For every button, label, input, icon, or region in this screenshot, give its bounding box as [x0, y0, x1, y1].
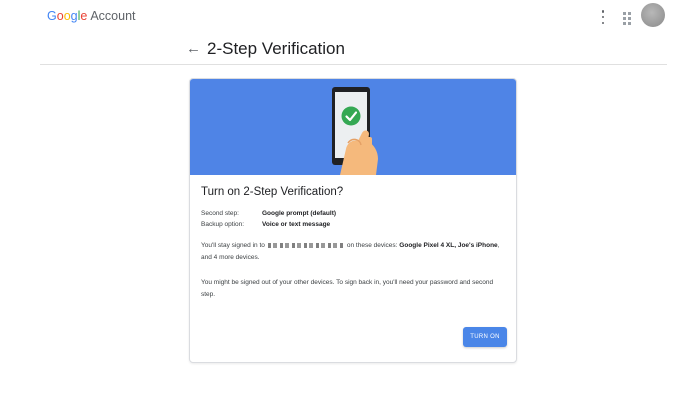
brand-suffix: Account: [90, 9, 136, 23]
arrow-back-icon[interactable]: ←: [186, 40, 201, 57]
phone-with-checkmark-icon: [332, 87, 378, 175]
avatar[interactable]: [641, 3, 665, 27]
backup-option-label: Backup option:: [201, 221, 245, 228]
device-name: Google Pixel 4 XL: [399, 242, 455, 249]
second-step-row: Second step: Google prompt (default): [201, 210, 336, 217]
verification-card: Turn on 2-Step Verification? Second step…: [189, 78, 517, 363]
backup-option-value: Voice or text message: [262, 221, 331, 228]
page-title: 2-Step Verification: [207, 39, 345, 58]
second-step-value: Google prompt (default): [262, 210, 337, 217]
redacted-text: [267, 242, 344, 248]
card-hero-banner: [190, 79, 516, 175]
header-divider: [40, 64, 667, 65]
signed-in-devices-text: You'll stay signed in to on these devices…: [201, 242, 500, 261]
more-vert-icon[interactable]: [600, 10, 606, 24]
card-title: Turn on 2-Step Verification?: [201, 186, 344, 198]
top-bar: Google Account: [0, 0, 700, 36]
google-account-logo[interactable]: Google Account: [47, 9, 136, 23]
signout-note: You might be signed out of your other de…: [201, 279, 494, 298]
backup-option-row: Backup option: Voice or text message: [201, 221, 330, 228]
device-name: Joe's iPhone: [457, 242, 498, 249]
apps-grid-icon[interactable]: [623, 12, 631, 25]
second-step-label: Second step:: [201, 210, 239, 217]
turn-on-button[interactable]: TURN ON: [463, 327, 507, 347]
